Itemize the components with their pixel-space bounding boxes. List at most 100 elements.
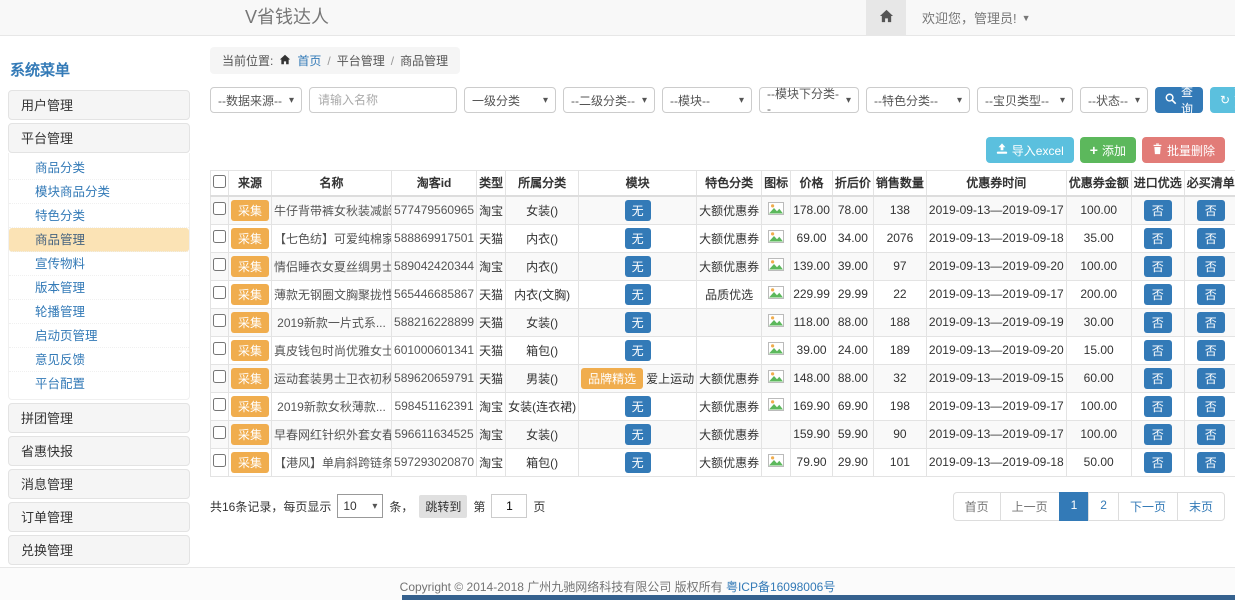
import-select-toggle[interactable]: 否 — [1144, 340, 1172, 361]
filter-select[interactable]: --数据来源--▾ — [210, 87, 302, 113]
row-checkbox[interactable] — [213, 202, 226, 215]
must-buy-toggle[interactable]: 否 — [1197, 424, 1225, 445]
sidebar-section-header[interactable]: 订单管理 — [8, 502, 190, 532]
must-buy-toggle[interactable]: 否 — [1197, 452, 1225, 473]
import-select-toggle[interactable]: 否 — [1144, 452, 1172, 473]
module-none-badge: 无 — [625, 200, 651, 221]
filter-select[interactable]: --二级分类--▾ — [563, 87, 655, 113]
taoke-id-cell: 577479560965 — [392, 196, 477, 225]
must-buy-toggle[interactable]: 否 — [1197, 340, 1225, 361]
sidebar-item[interactable]: 启动页管理 — [9, 324, 189, 348]
icp-link[interactable]: 粤ICP备16098006号 — [726, 580, 835, 594]
discount-price-cell: 78.00 — [832, 196, 873, 225]
sidebar-item[interactable]: 特色分类 — [9, 204, 189, 228]
search-button[interactable]: 查询 — [1155, 87, 1203, 113]
sidebar-panel: 消息管理 — [8, 469, 190, 499]
import-select-cell: 否 — [1131, 392, 1184, 420]
name-search-input[interactable] — [309, 87, 457, 113]
batch-delete-button[interactable]: 批量删除 — [1142, 137, 1225, 163]
feature-category-cell: 大额优惠券 — [697, 392, 762, 420]
sidebar-item[interactable]: 版本管理 — [9, 276, 189, 300]
page-button[interactable]: 首页 — [953, 492, 1001, 521]
import-select-cell: 否 — [1131, 196, 1184, 225]
import-select-toggle[interactable]: 否 — [1144, 396, 1172, 417]
sidebar-section-header[interactable]: 平台管理 — [8, 123, 190, 153]
page-button[interactable]: 2 — [1088, 492, 1119, 521]
import-excel-button[interactable]: 导入excel — [986, 137, 1074, 163]
must-buy-toggle[interactable]: 否 — [1197, 368, 1225, 389]
icon-cell — [762, 308, 791, 336]
reset-button[interactable]: ↻ 重置 — [1210, 87, 1235, 113]
row-checkbox[interactable] — [213, 454, 226, 467]
sidebar-item[interactable]: 商品分类 — [9, 156, 189, 180]
select-all-checkbox[interactable] — [213, 175, 226, 188]
add-button[interactable]: + 添加 — [1080, 137, 1136, 163]
row-checkbox[interactable] — [213, 314, 226, 327]
row-checkbox[interactable] — [213, 230, 226, 243]
module-none-badge: 无 — [625, 228, 651, 249]
feature-category-cell: 大额优惠券 — [697, 448, 762, 476]
category-cell: 内衣() — [506, 252, 579, 280]
category-cell: 箱包() — [506, 448, 579, 476]
sidebar-item[interactable]: 意见反馈 — [9, 348, 189, 372]
page-size-select[interactable]: 10 ▾ — [337, 494, 383, 518]
import-select-toggle[interactable]: 否 — [1144, 228, 1172, 249]
sidebar-item[interactable]: 模块商品分类 — [9, 180, 189, 204]
row-checkbox[interactable] — [213, 370, 226, 383]
row-checkbox[interactable] — [213, 342, 226, 355]
sidebar-item[interactable]: 宣传物料 — [9, 252, 189, 276]
must-buy-toggle[interactable]: 否 — [1197, 256, 1225, 277]
product-name-cell: 情侣睡衣女夏丝绸男士... — [272, 252, 392, 280]
home-icon — [279, 54, 291, 68]
must-buy-toggle[interactable]: 否 — [1197, 228, 1225, 249]
sidebar-item[interactable]: 商品管理 — [9, 228, 189, 252]
must-buy-toggle[interactable]: 否 — [1197, 312, 1225, 333]
import-select-toggle[interactable]: 否 — [1144, 424, 1172, 445]
filter-select[interactable]: --模块下分类--▾ — [759, 87, 859, 113]
app-title: V省钱达人 — [245, 0, 329, 35]
must-buy-toggle[interactable]: 否 — [1197, 200, 1225, 221]
module-none-badge: 无 — [625, 424, 651, 445]
breadcrumb-home-link[interactable]: 首页 — [297, 52, 321, 69]
page-button[interactable]: 下一页 — [1118, 492, 1178, 521]
type-cell: 天猫 — [477, 308, 506, 336]
import-select-toggle[interactable]: 否 — [1144, 312, 1172, 333]
sidebar-section-header[interactable]: 省惠快报 — [8, 436, 190, 466]
page-jump-input[interactable] — [491, 494, 527, 518]
page-button[interactable]: 1 — [1059, 492, 1090, 521]
jump-to-button[interactable]: 跳转到 — [419, 495, 467, 518]
sidebar-section-header[interactable]: 用户管理 — [8, 90, 190, 120]
sidebar-section-header[interactable]: 兑换管理 — [8, 535, 190, 565]
must-buy-toggle[interactable]: 否 — [1197, 284, 1225, 305]
sidebar-section-header[interactable]: 拼团管理 — [8, 403, 190, 433]
import-select-toggle[interactable]: 否 — [1144, 284, 1172, 305]
sidebar-item[interactable]: 平台配置 — [9, 372, 189, 396]
page-button[interactable]: 上一页 — [1000, 492, 1060, 521]
filter-select[interactable]: --状态--▾ — [1080, 87, 1148, 113]
filter-select[interactable]: --特色分类--▾ — [866, 87, 970, 113]
must-buy-cell: 否 — [1184, 280, 1235, 308]
filter-select[interactable]: --宝贝类型--▾ — [977, 87, 1073, 113]
page-button[interactable]: 末页 — [1177, 492, 1225, 521]
coupon-time-cell: 2019-09-13—2019-09-15 — [926, 364, 1066, 392]
type-cell: 天猫 — [477, 364, 506, 392]
import-select-toggle[interactable]: 否 — [1144, 368, 1172, 389]
import-select-toggle[interactable]: 否 — [1144, 200, 1172, 221]
row-checkbox[interactable] — [213, 398, 226, 411]
module-cell: 无 — [579, 336, 697, 364]
import-select-toggle[interactable]: 否 — [1144, 256, 1172, 277]
sidebar-item[interactable]: 轮播管理 — [9, 300, 189, 324]
home-button[interactable] — [866, 0, 906, 35]
filter-controls: --数据来源--▾ 一级分类▾ --二级分类--▾ --模块--▾ --模块下分类--▾… — [210, 87, 1148, 113]
must-buy-toggle[interactable]: 否 — [1197, 396, 1225, 417]
sidebar-section-header[interactable]: 消息管理 — [8, 469, 190, 499]
import-select-cell: 否 — [1131, 308, 1184, 336]
column-header: 折后价 — [832, 171, 873, 196]
filter-select[interactable]: --模块--▾ — [662, 87, 752, 113]
row-checkbox[interactable] — [213, 258, 226, 271]
row-checkbox[interactable] — [213, 426, 226, 439]
source-cell: 采集 — [229, 448, 272, 476]
filter-select[interactable]: 一级分类▾ — [464, 87, 556, 113]
row-checkbox[interactable] — [213, 286, 226, 299]
user-menu[interactable]: 欢迎您，管理员! ▼ — [922, 8, 1031, 27]
